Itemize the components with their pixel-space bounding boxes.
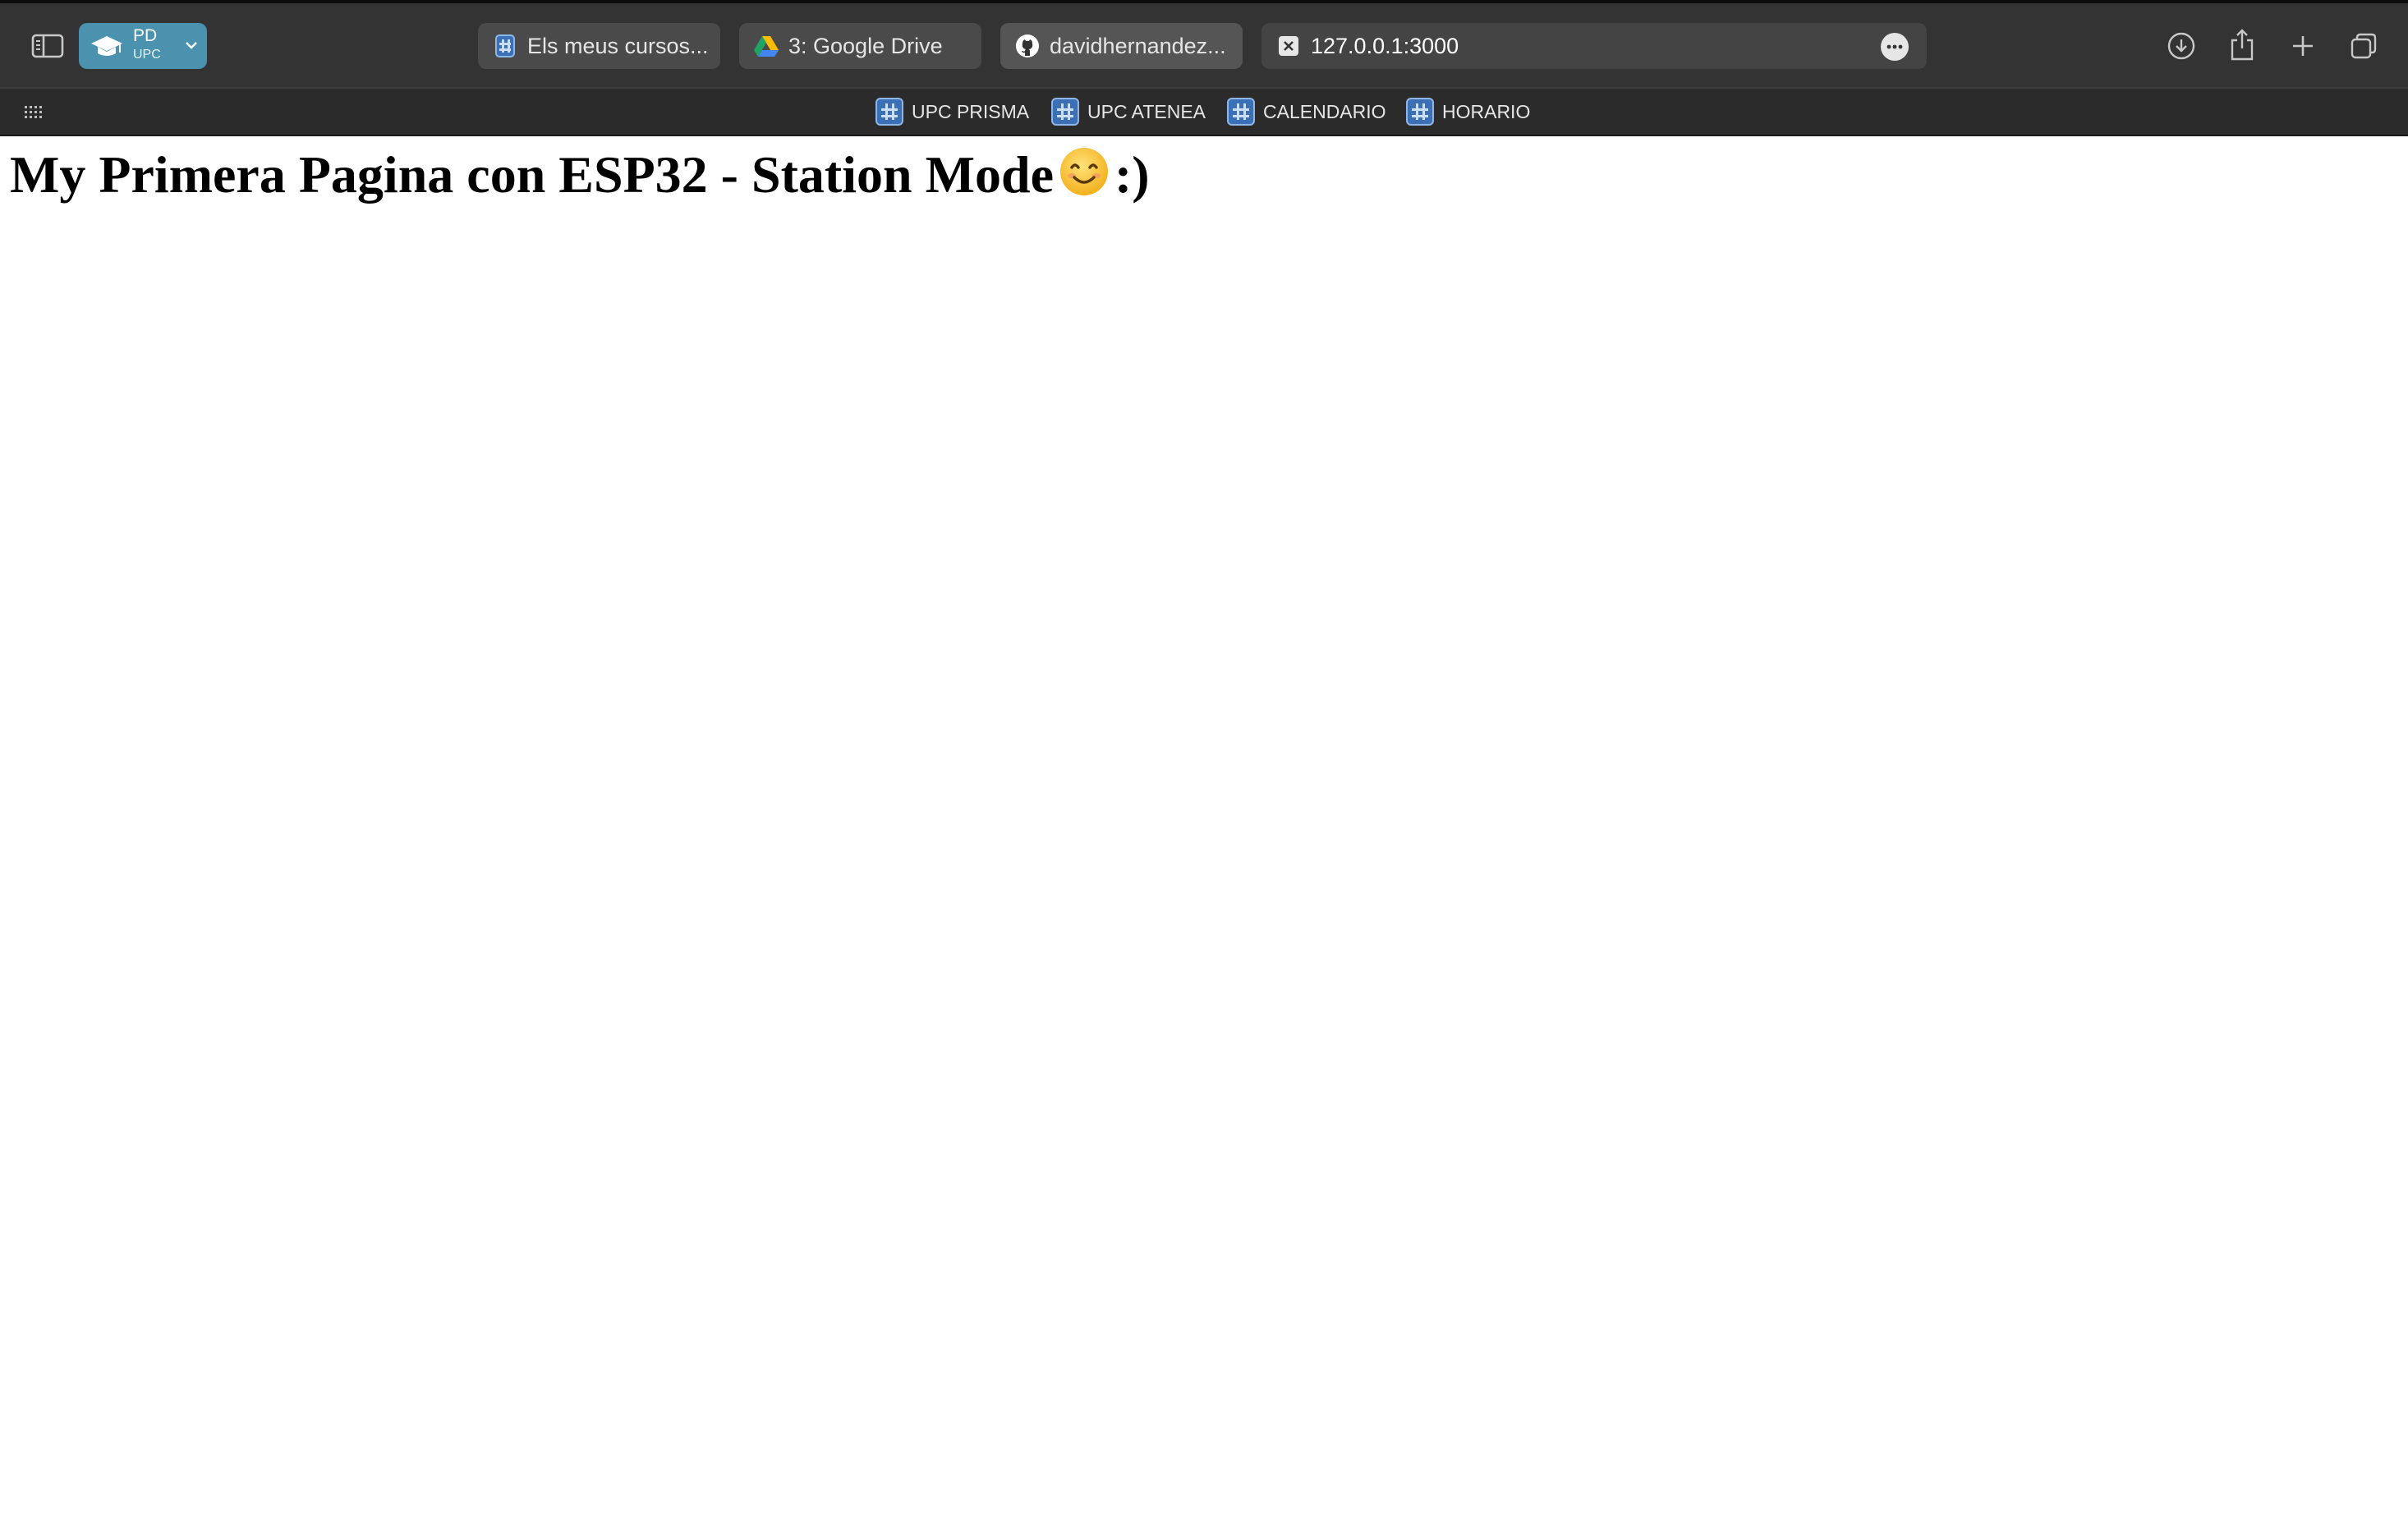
new-tab-icon[interactable] [2285,28,2321,64]
tab-github[interactable]: davidhernandez... [1000,23,1243,69]
address-field[interactable]: 127.0.0.1:3000 [1311,34,1459,59]
more-options-icon[interactable] [1881,33,1909,61]
github-icon [1015,34,1040,58]
bookmark-label: UPC ATENEA [1087,100,1206,122]
profile-name: PD [133,26,158,45]
tab-label: 3: Google Drive [788,33,943,58]
chevron-down-icon[interactable] [184,38,199,57]
bookmark-label: CALENDARIO [1263,100,1386,122]
google-drive-icon [754,34,779,58]
bookmark-upc-atenea[interactable]: UPC ATENEA [1051,97,1206,126]
tab-label: Els meus cursos... [527,33,709,58]
bookmark-label: UPC PRISMA [912,100,1030,122]
tab-google-drive[interactable]: 3: Google Drive [739,23,981,69]
grid-icon [1227,98,1255,126]
download-icon[interactable] [2163,28,2199,64]
page-heading: My Primera Pagina con ESP32 - Station Mo… [10,145,1150,210]
chrome-divider [0,135,2408,136]
tab-localhost-active[interactable]: 127.0.0.1:3000 [1261,23,1927,69]
page-heading-text: My Primera Pagina con ESP32 - Station Mo… [10,145,1054,204]
grid-icon [493,34,517,58]
graduation-cap-icon [90,34,123,63]
bookmark-horario[interactable]: HORARIO [1406,97,1530,126]
profile-subtitle: UPC [133,48,161,62]
bookmark-upc-prisma[interactable]: UPC PRISMA [875,97,1029,126]
grid-icon [1406,98,1434,126]
tab-label: davidhernandez... [1050,33,1226,58]
grid-icon [875,98,903,126]
bookmark-calendario[interactable]: CALENDARIO [1227,97,1386,126]
apps-grid-icon[interactable] [21,100,48,123]
sidebar-toggle-icon[interactable] [30,30,66,62]
grid-icon [1051,98,1079,126]
close-icon[interactable] [1276,34,1301,58]
tab-overview-icon[interactable] [2346,28,2382,64]
share-icon[interactable] [2224,25,2260,64]
profile-switcher[interactable]: PD UPC [79,23,207,69]
bookmark-label: HORARIO [1442,100,1531,122]
page-heading-suffix: :) [1114,145,1150,204]
smiling-face-icon [1059,146,1110,210]
tab-els-meus-cursos[interactable]: Els meus cursos... [478,23,720,69]
